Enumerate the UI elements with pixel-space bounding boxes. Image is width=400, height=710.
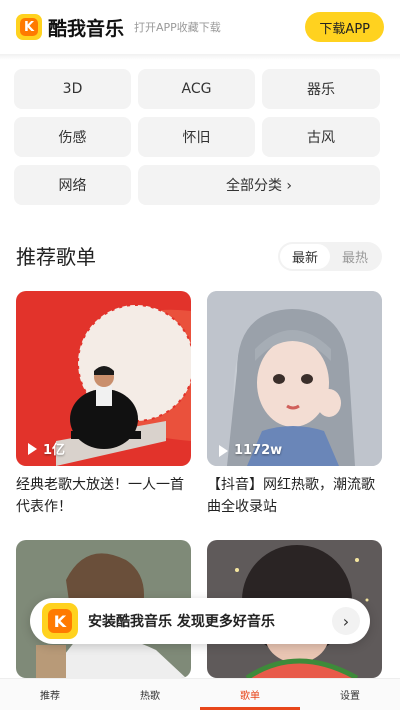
category-nostalgia[interactable]: 怀旧 (138, 117, 255, 157)
category-instrumental[interactable]: 器乐 (262, 69, 380, 109)
app-subtitle: 打开APP收藏下载 (134, 21, 221, 34)
playlist-cover-image[interactable]: 1172w (207, 291, 382, 466)
category-acg[interactable]: ACG (138, 69, 255, 109)
playlist-cover-image[interactable]: 1亿 (16, 291, 191, 466)
play-icon (28, 442, 37, 455)
play-count: 1172w (219, 443, 282, 458)
play-count-value: 1172w (234, 443, 283, 458)
nav-playlists[interactable]: 歌单 (200, 679, 300, 710)
playlist-card[interactable]: 1亿 经典老歌大放送！一人一首代表作！ (16, 291, 191, 518)
nav-hot-songs[interactable]: 热歌 (100, 679, 200, 710)
logo-letter: K (20, 18, 38, 36)
category-sad[interactable]: 伤感 (14, 117, 131, 157)
category-internet[interactable]: 网络 (14, 165, 131, 205)
chevron-right-icon[interactable]: › (332, 607, 360, 635)
app-logo-icon[interactable]: K (16, 14, 42, 40)
playlist-title[interactable]: 经典老歌大放送！一人一首代表作！ (16, 474, 191, 518)
nav-settings[interactable]: 设置 (300, 679, 400, 710)
cover-art-girl (207, 291, 382, 466)
tab-hottest[interactable]: 最热 (330, 244, 380, 269)
section-title: 推荐歌单 (16, 245, 96, 269)
play-icon (219, 444, 228, 457)
tab-newest[interactable]: 最新 (280, 244, 330, 269)
banner-app-logo-icon: K (42, 603, 78, 639)
play-count: 1亿 (28, 439, 65, 458)
install-banner[interactable]: K 安装酷我音乐 发现更多好音乐 › (30, 598, 370, 644)
banner-logo-letter: K (48, 609, 72, 633)
nav-recommend[interactable]: 推荐 (0, 679, 100, 710)
sort-toggle: 最新 最热 (278, 242, 382, 271)
top-header: K 酷我音乐 打开APP收藏下载 下载APP (0, 0, 400, 54)
category-ancient-style[interactable]: 古风 (262, 117, 380, 157)
app-name: 酷我音乐 (48, 17, 125, 40)
all-categories-button[interactable]: 全部分类 › (138, 165, 380, 205)
playlist-title[interactable]: 【抖音】网红热歌，潮流歌曲全收录站 (207, 474, 382, 518)
category-3d[interactable]: 3D (14, 69, 131, 109)
banner-text: 安装酷我音乐 发现更多好音乐 (88, 614, 275, 630)
bottom-nav: 推荐 热歌 歌单 设置 (0, 678, 400, 710)
header-divider (0, 54, 400, 60)
playlist-card[interactable]: 1172w 【抖音】网红热歌，潮流歌曲全收录站 (207, 291, 382, 518)
download-app-button[interactable]: 下载APP (305, 12, 384, 42)
play-count-value: 1亿 (43, 443, 66, 458)
